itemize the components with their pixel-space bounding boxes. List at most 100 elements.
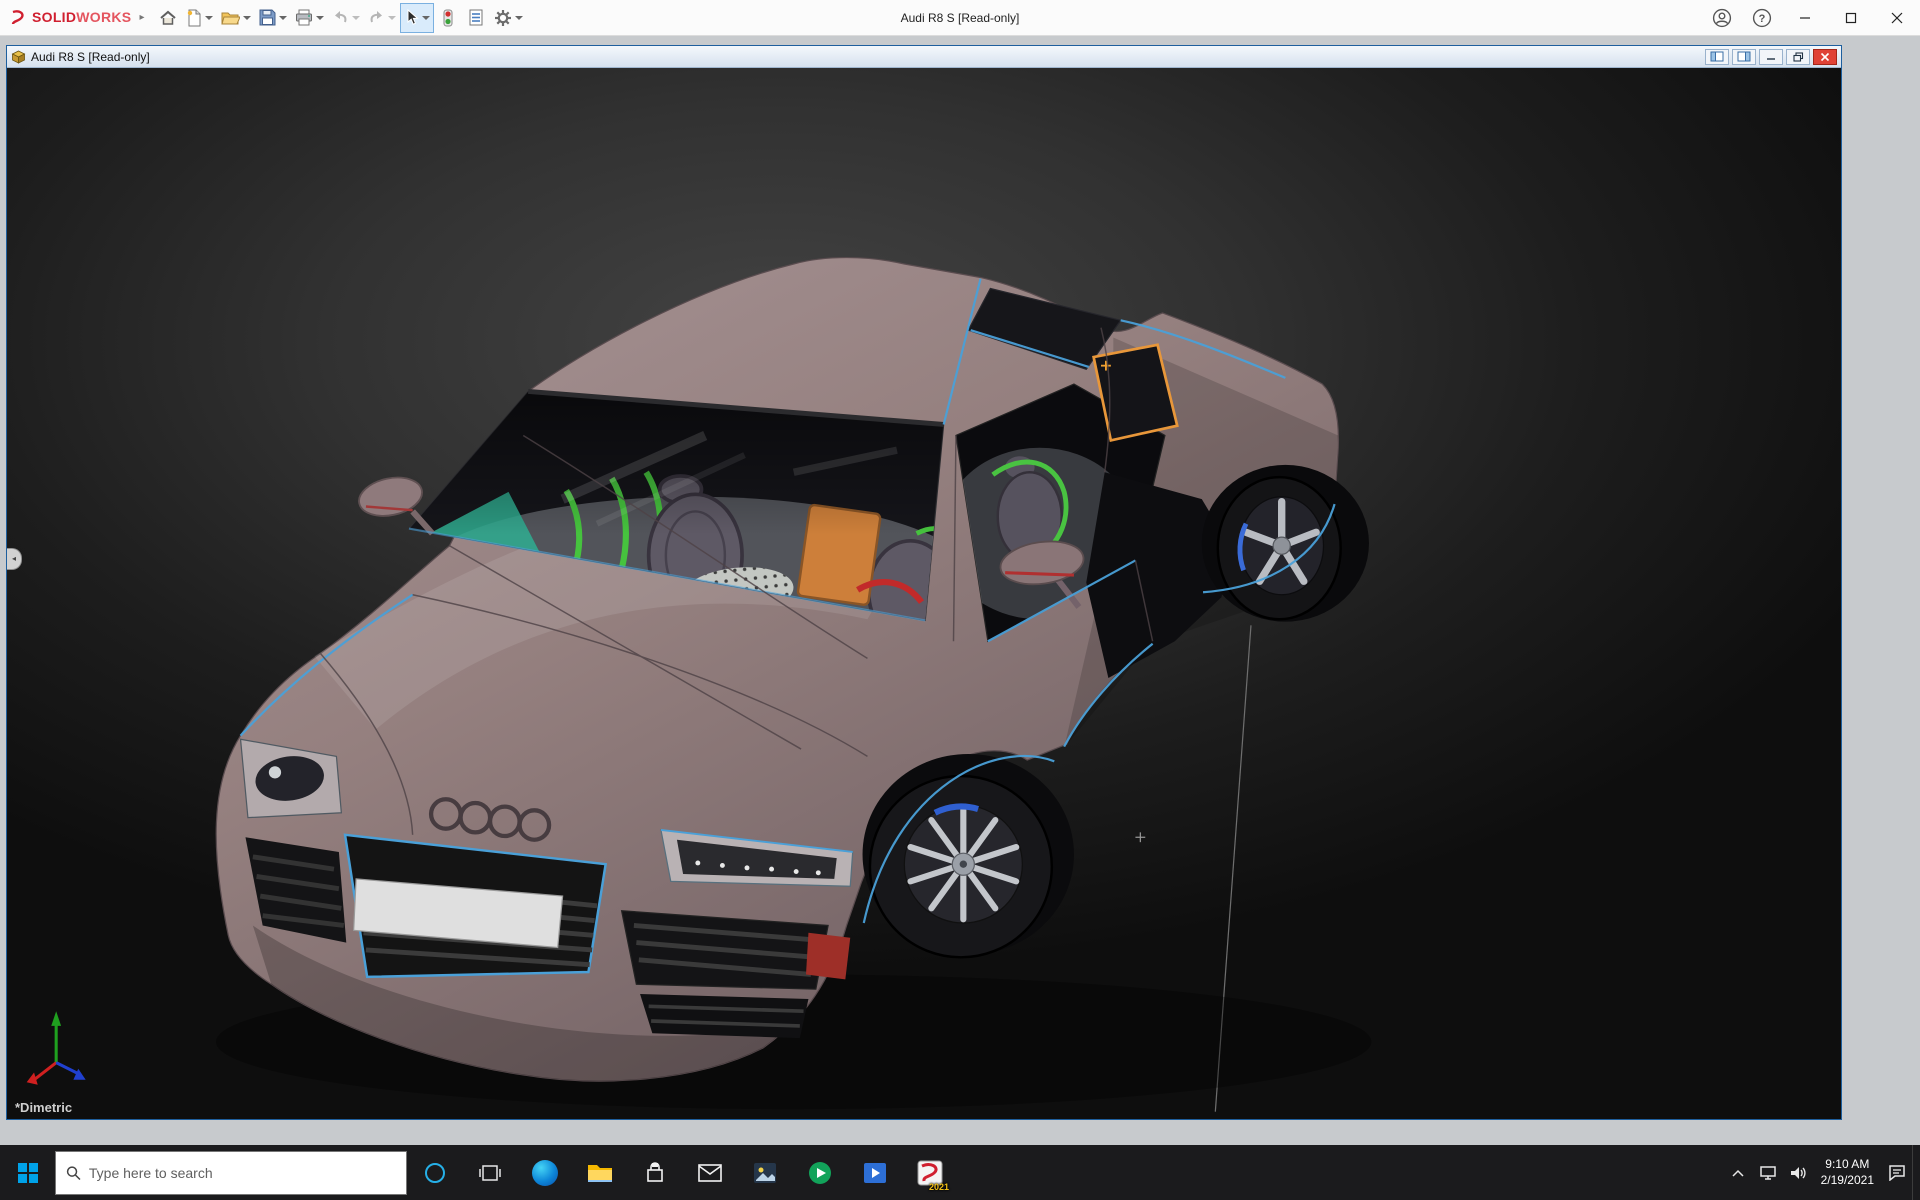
options-button[interactable]: [490, 3, 527, 33]
taskbar-search[interactable]: [55, 1151, 407, 1195]
edge-icon: [532, 1160, 558, 1186]
mail-icon: [698, 1164, 722, 1182]
volume-icon: [1789, 1165, 1807, 1181]
maximize-icon: [1845, 12, 1857, 24]
brand-text-bold: SOLID: [32, 9, 76, 25]
show-desktop-button[interactable]: [1912, 1145, 1920, 1200]
system-tray: 9:10 AM 2/19/2021: [1723, 1145, 1920, 1200]
save-button[interactable]: [255, 3, 291, 33]
help-button[interactable]: ?: [1742, 0, 1782, 36]
dropdown-arrow-icon[interactable]: [388, 16, 396, 20]
dropdown-arrow-icon[interactable]: [316, 16, 324, 20]
chevron-left-icon: ◂: [12, 554, 16, 563]
document-window-controls: [1705, 49, 1837, 65]
undo-button[interactable]: [328, 3, 364, 33]
movies-tv-icon: [863, 1162, 887, 1184]
redo-icon: [368, 10, 385, 25]
doc-minimize-button[interactable]: [1759, 49, 1783, 65]
windows-logo-icon: [17, 1162, 39, 1184]
start-button[interactable]: [0, 1145, 55, 1200]
document-window: Audi R8 S [Read-only]: [6, 45, 1842, 1120]
taskbar-app-store[interactable]: [627, 1145, 682, 1200]
featuremanager-expand-tab[interactable]: ◂: [7, 548, 22, 570]
tray-volume-button[interactable]: [1783, 1145, 1813, 1200]
vertex-marker: [1135, 832, 1145, 842]
help-icon: ?: [1752, 8, 1772, 28]
task-view-button[interactable]: [462, 1145, 517, 1200]
dropdown-arrow-icon[interactable]: [352, 16, 360, 20]
close-button[interactable]: [1874, 0, 1920, 36]
media-player-icon: [808, 1161, 832, 1185]
pane-left-icon: [1710, 51, 1724, 62]
rebuild-button[interactable]: [434, 3, 462, 33]
new-document-icon: [186, 9, 202, 27]
dropdown-arrow-icon[interactable]: [515, 16, 523, 20]
dropdown-arrow-icon[interactable]: [279, 16, 287, 20]
new-document-button[interactable]: [182, 3, 217, 33]
print-button[interactable]: [291, 3, 328, 33]
redo-button[interactable]: [364, 3, 400, 33]
taskbar-clock[interactable]: 9:10 AM 2/19/2021: [1813, 1145, 1882, 1200]
taskbar-app-file-explorer[interactable]: [572, 1145, 627, 1200]
taskbar-app-movies-tv[interactable]: [847, 1145, 902, 1200]
flyout-arrow-icon[interactable]: ▸: [137, 12, 154, 23]
taskbar: 2021 9:10 AM 2/19/2021: [0, 1145, 1920, 1200]
rear-wheel[interactable]: [1202, 465, 1369, 622]
select-tool-button[interactable]: [400, 3, 434, 33]
3d-model-canvas[interactable]: [7, 68, 1841, 1119]
taskbar-app-edge[interactable]: [517, 1145, 572, 1200]
red-splitter-accent: [806, 933, 850, 980]
dropdown-arrow-icon[interactable]: [243, 16, 251, 20]
user-account-icon: [1712, 8, 1732, 28]
left-mirror[interactable]: [355, 472, 432, 533]
clock-time: 9:10 AM: [1825, 1157, 1869, 1173]
save-icon: [259, 9, 276, 26]
taskbar-app-photos[interactable]: [737, 1145, 792, 1200]
taskbar-app-media-player[interactable]: [792, 1145, 847, 1200]
minimize-icon: [1799, 12, 1811, 24]
doc-pane-right-button[interactable]: [1732, 49, 1756, 65]
pane-right-icon: [1737, 51, 1751, 62]
taskbar-app-mail[interactable]: [682, 1145, 737, 1200]
tray-expand-button[interactable]: [1723, 1145, 1753, 1200]
undo-icon: [332, 10, 349, 25]
mdi-background: Audi R8 S [Read-only]: [0, 37, 1920, 1145]
open-button[interactable]: [217, 3, 255, 33]
graphics-viewport[interactable]: *Dimetric ◂: [7, 68, 1841, 1119]
minimize-button[interactable]: [1782, 0, 1828, 36]
cortana-button[interactable]: [407, 1145, 462, 1200]
file-properties-button[interactable]: [462, 3, 490, 33]
home-button[interactable]: [154, 3, 182, 33]
brand-text-light: WORKS: [76, 9, 131, 25]
account-button[interactable]: [1702, 0, 1742, 36]
tray-network-button[interactable]: [1753, 1145, 1783, 1200]
doc-pane-left-button[interactable]: [1705, 49, 1729, 65]
search-input[interactable]: [89, 1165, 396, 1181]
dropdown-arrow-icon[interactable]: [422, 16, 430, 20]
rebuild-icon: [442, 9, 454, 27]
doc-close-button[interactable]: [1813, 49, 1837, 65]
store-icon: [644, 1162, 666, 1184]
ds-logo-icon: [10, 10, 28, 26]
chevron-up-icon: [1732, 1169, 1744, 1177]
quick-access-toolbar: [154, 0, 527, 35]
view-orientation-label: *Dimetric: [15, 1100, 72, 1115]
right-intake[interactable]: [622, 911, 829, 1038]
taskbar-app-solidworks[interactable]: 2021: [902, 1145, 957, 1200]
svg-text:?: ?: [1759, 13, 1766, 25]
doc-restore-button[interactable]: [1786, 49, 1810, 65]
file-explorer-icon: [587, 1162, 613, 1184]
maximize-button[interactable]: [1828, 0, 1874, 36]
home-icon: [159, 9, 177, 27]
document-titlebar[interactable]: Audi R8 S [Read-only]: [7, 46, 1841, 68]
app-titlebar: SOLIDWORKS ▸: [0, 0, 1920, 36]
dropdown-arrow-icon[interactable]: [205, 16, 213, 20]
front-wheel[interactable]: [863, 754, 1074, 957]
clock-date: 2/19/2021: [1821, 1173, 1874, 1189]
close-icon: [1891, 12, 1903, 24]
task-view-icon: [479, 1162, 501, 1184]
solidworks-logo: SOLIDWORKS: [0, 9, 137, 27]
file-properties-icon: [468, 9, 484, 26]
action-center-button[interactable]: [1882, 1145, 1912, 1200]
cortana-icon: [425, 1163, 445, 1183]
